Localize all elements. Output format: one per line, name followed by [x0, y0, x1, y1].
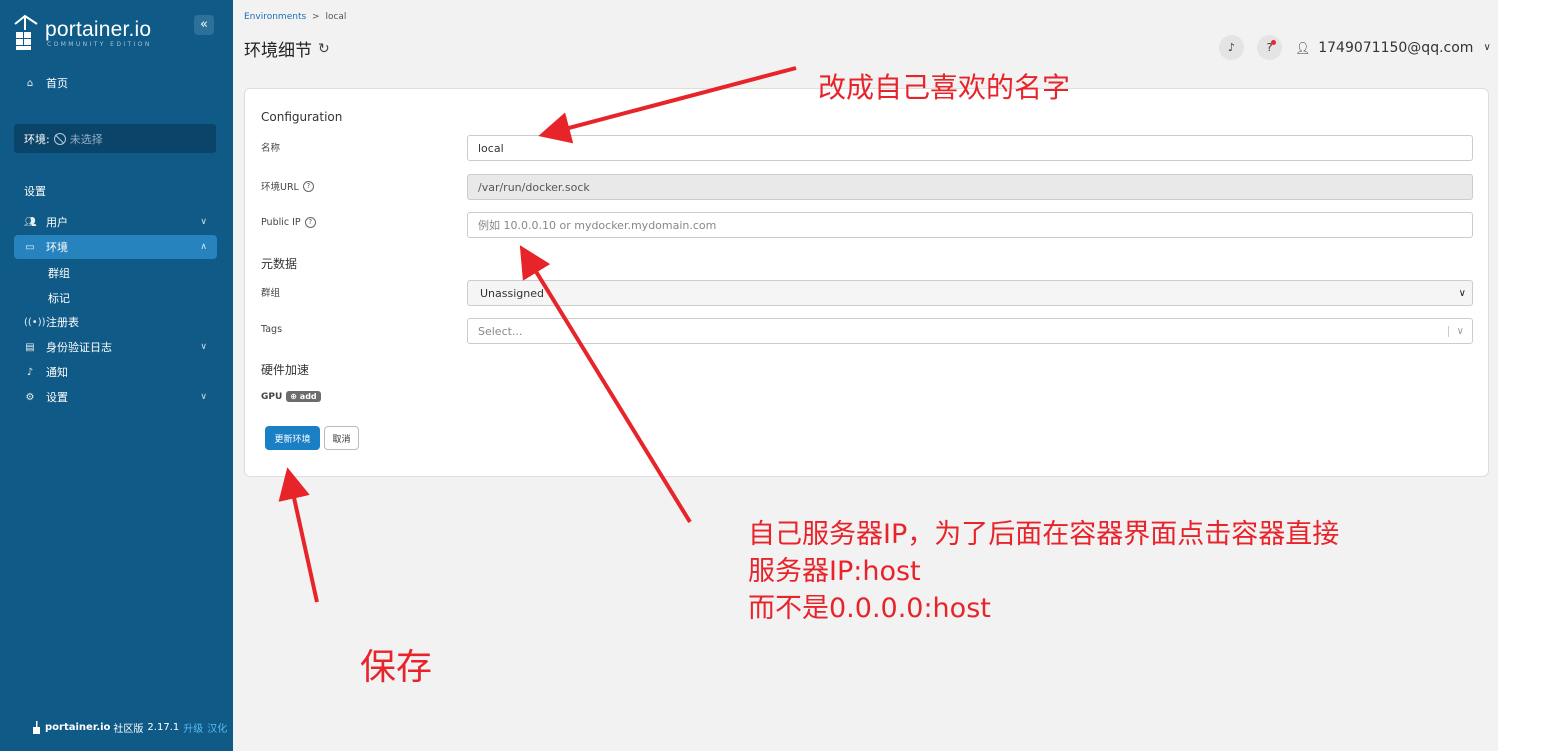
arrow-to-update-button: [278, 467, 319, 603]
arrow-to-public-ip-field: [519, 245, 692, 524]
annotation-ip-line1: 自己服务器IP，为了后面在容器界面点击容器直接: [748, 519, 1340, 550]
annotation-arrows: [278, 66, 797, 603]
annotation-ip-line3: 而不是0.0.0.0:host: [748, 593, 991, 624]
annotation-ip-line2: 服务器IP:host: [748, 556, 921, 587]
arrow-to-name-field: [538, 66, 797, 144]
annotation-rename: 改成自己喜欢的名字: [818, 71, 1071, 104]
annotation-save: 保存: [360, 647, 433, 688]
annotation-public-ip: 自己服务器IP，为了后面在容器界面点击容器直接 服务器IP:host 而不是0.…: [748, 516, 1339, 627]
